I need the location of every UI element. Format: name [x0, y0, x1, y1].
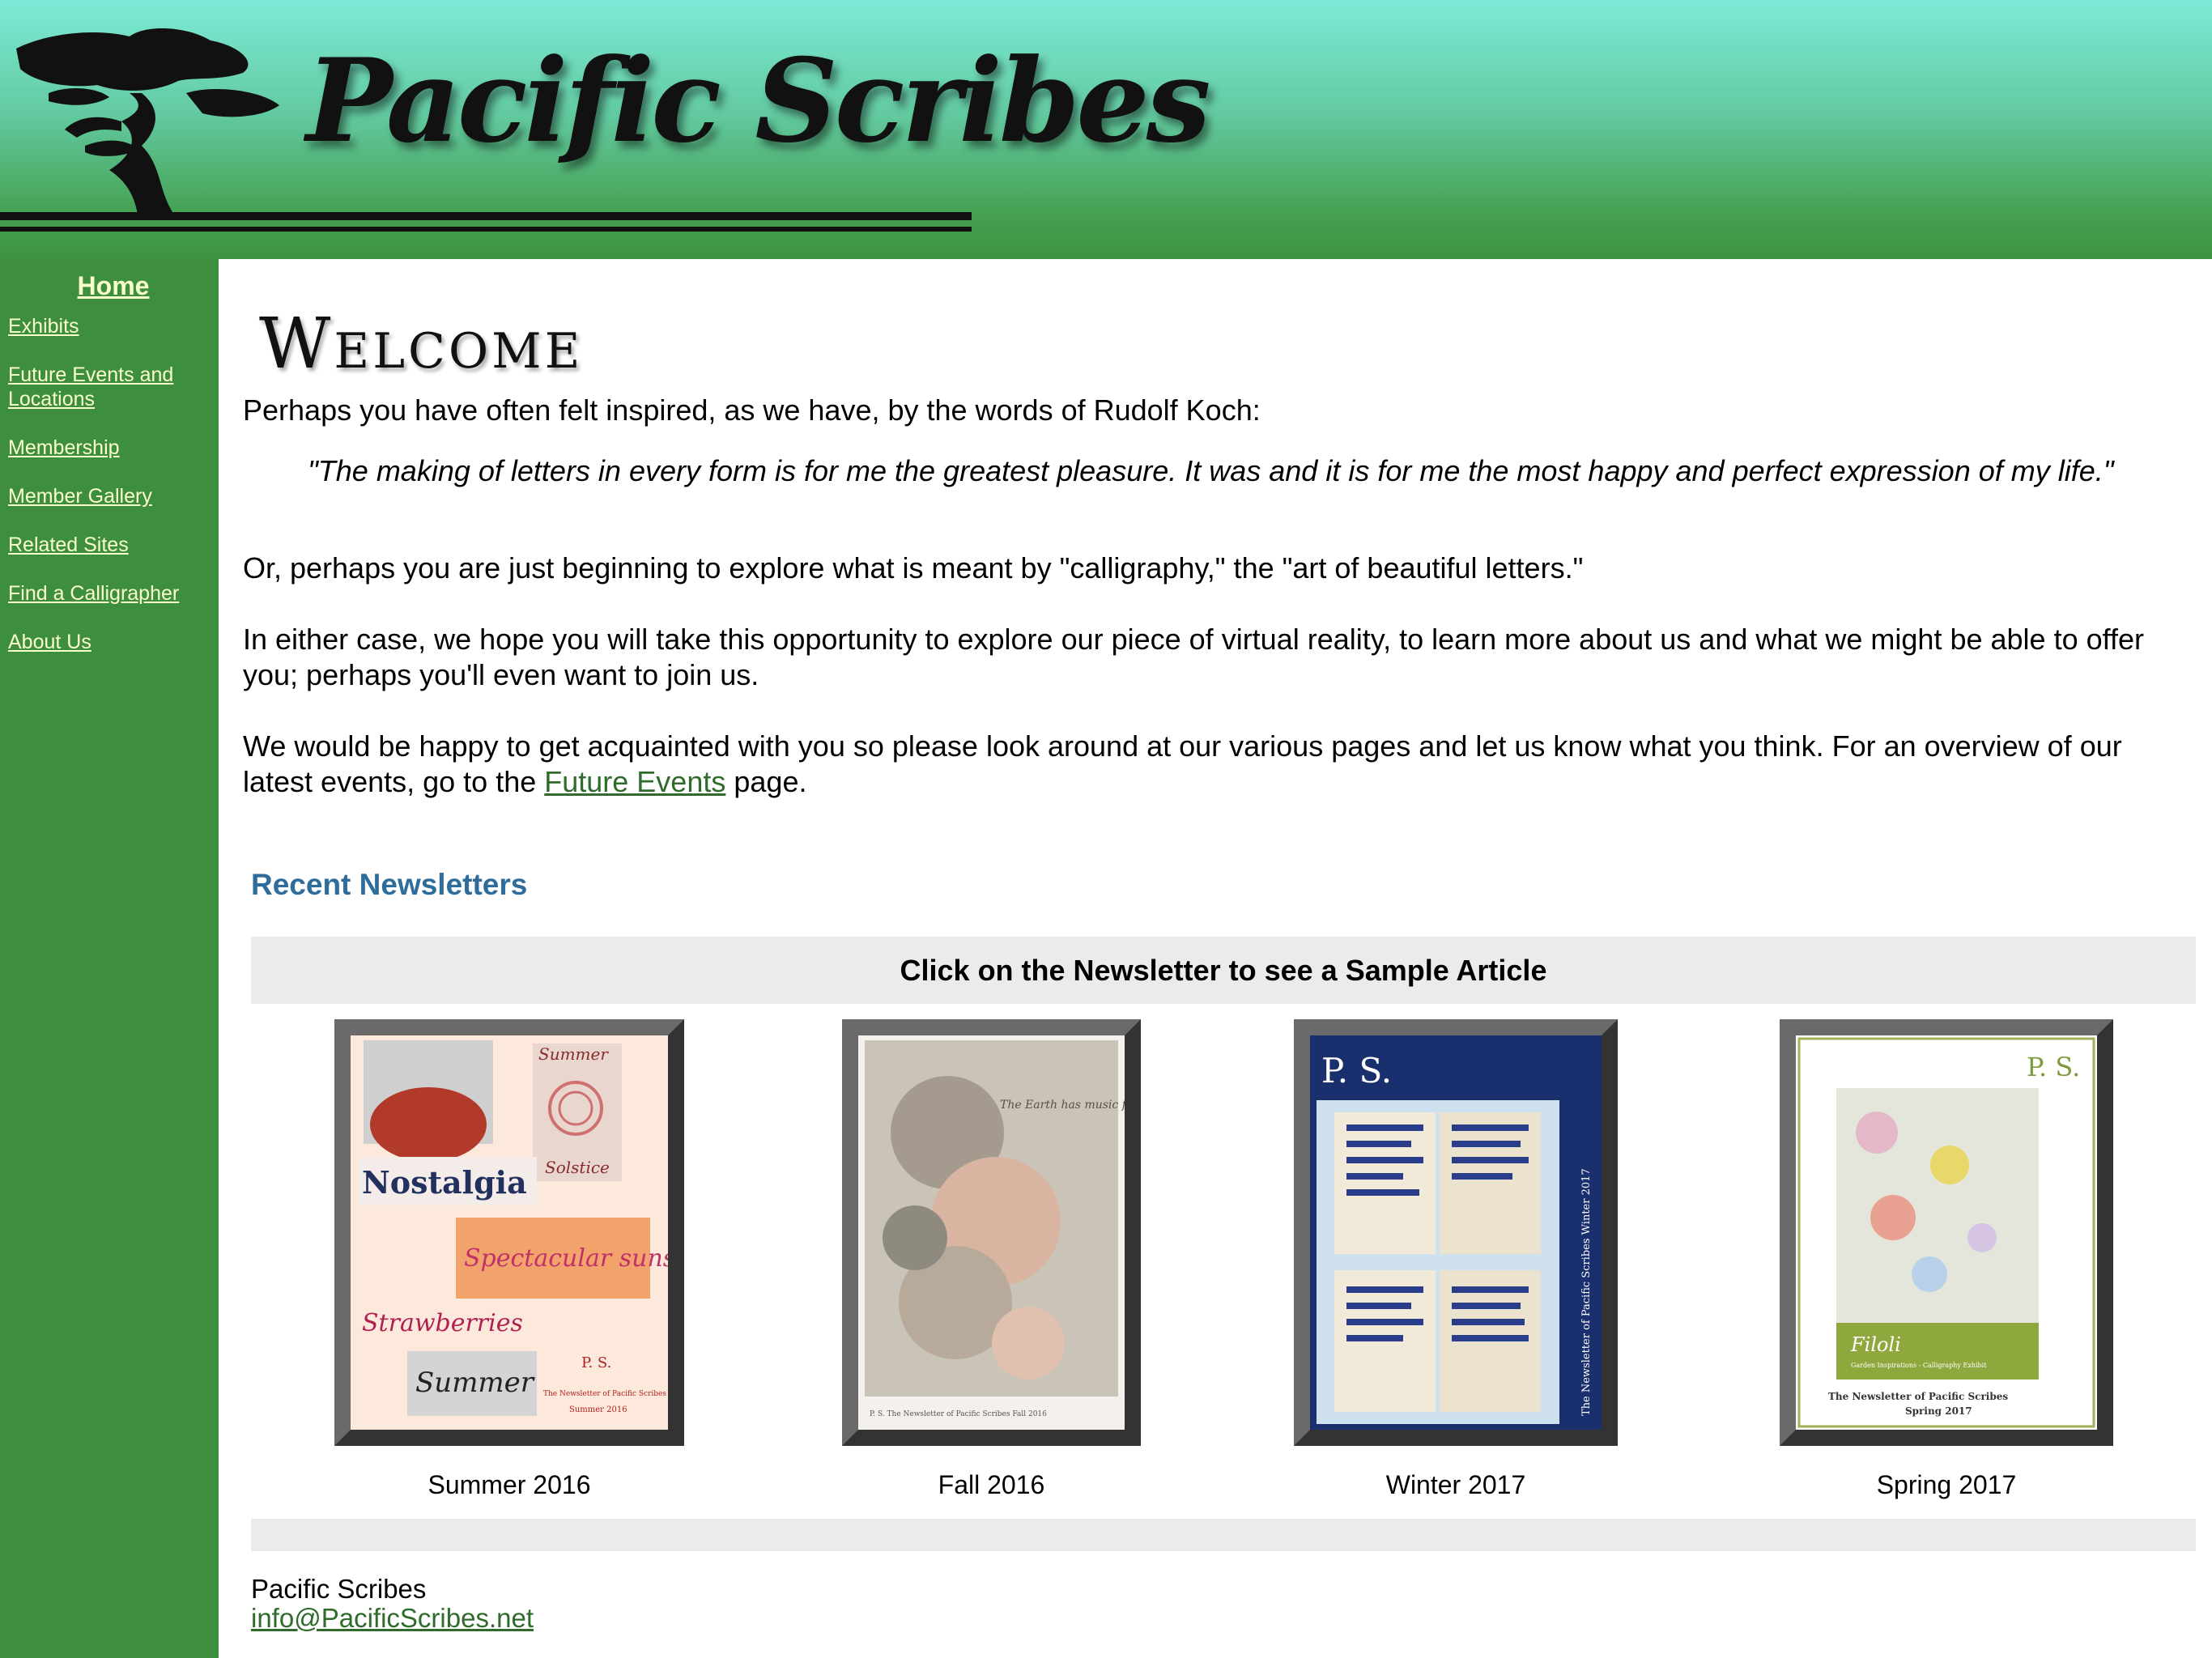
site-header: Pacific Scribes: [0, 0, 2212, 259]
summer-newsletter-line: The Newsletter of Pacific Scribes: [543, 1390, 666, 1398]
footer-email-link[interactable]: info@PacificScribes.net: [251, 1603, 534, 1634]
summer-script-word: Summer: [415, 1367, 535, 1399]
calligraphy-paragraph: Or, perhaps you are just beginning to ex…: [243, 551, 1584, 585]
spring-filoli: Filoli: [1850, 1333, 1901, 1356]
spring-cover-art: P. S. Filoli Garden Inspirations - Calli…: [1796, 1035, 2097, 1430]
acquainted-text-end: page.: [734, 765, 807, 798]
explore-paragraph: In either case, we hope you will take th…: [243, 623, 2144, 691]
newsletter-label-fall-2016[interactable]: Fall 2016: [842, 1470, 1141, 1500]
sidebar-item-future-events[interactable]: Future Events and Locations: [8, 363, 211, 411]
newsletters-heading: Recent Newsletters: [251, 868, 528, 901]
newsletter-label-summer-2016[interactable]: Summer 2016: [334, 1470, 684, 1500]
spring-season-line: Spring 2017: [1905, 1405, 1972, 1417]
acquainted-text: We would be happy to get acquainted with…: [243, 729, 2122, 798]
koch-quote: "The making of letters in every form is …: [308, 454, 2114, 487]
newsletter-cover-winter-2017[interactable]: P. S. The Newsletter of Pacific Scribes …: [1294, 1019, 1618, 1446]
acquainted-paragraph: We would be happy to get acquainted with…: [243, 729, 2196, 800]
spring-ps: P. S.: [2027, 1052, 2080, 1082]
sidebar-links: Exhibits Future Events and Locations Mem…: [8, 314, 211, 678]
sidebar-item-exhibits[interactable]: Exhibits: [8, 314, 211, 338]
fall-script: The Earth has music for those who listen…: [1000, 1099, 1125, 1112]
strawberries-word: Strawberries: [362, 1309, 523, 1337]
sidebar-item-member-gallery[interactable]: Member Gallery: [8, 484, 211, 508]
newsletter-table-bottom: [251, 1519, 2196, 1551]
spring-newsletter-line: The Newsletter of Pacific Scribes: [1828, 1391, 2008, 1402]
winter-cover-art: P. S. The Newsletter of Pacific Scribes …: [1310, 1035, 1602, 1430]
newsletter-label-spring-2017[interactable]: Spring 2017: [1780, 1470, 2113, 1500]
spring-subtitle: Garden Inspirations - Calligraphy Exhibi…: [1851, 1362, 1987, 1369]
future-events-link[interactable]: Future Events: [544, 765, 725, 798]
sidebar-item-find-calligrapher[interactable]: Find a Calligrapher: [8, 581, 211, 606]
nostalgia-word: Nostalgia: [362, 1164, 527, 1201]
newsletter-cover-summer-2016[interactable]: Summer Solstice Nostalgia Spectacular su…: [334, 1019, 684, 1446]
summer-season-line: Summer 2016: [569, 1405, 627, 1414]
sidebar-item-about-us[interactable]: About Us: [8, 630, 211, 654]
sidebar-item-home[interactable]: Home: [0, 271, 227, 301]
newsletter-instruction: Click on the Newsletter to see a Sample …: [251, 937, 2196, 1004]
newsletter-label-winter-2017[interactable]: Winter 2017: [1294, 1470, 1618, 1500]
summer-word: Summer: [538, 1044, 609, 1064]
summer-ps: P. S.: [581, 1354, 611, 1371]
sidebar-item-membership[interactable]: Membership: [8, 436, 211, 460]
fall-footer: P. S. The Newsletter of Pacific Scribes …: [870, 1410, 1047, 1418]
sunsets-word: Spectacular sunsets: [464, 1244, 668, 1273]
solstice-word: Solstice: [545, 1158, 610, 1177]
sidebar-nav: Home Exhibits Future Events and Location…: [0, 259, 219, 1658]
site-title: Pacific Scribes: [306, 34, 1211, 168]
summer-cover-art: Summer Solstice Nostalgia Spectacular su…: [351, 1035, 668, 1430]
newsletter-cover-fall-2016[interactable]: The Earth has music for those who listen…: [842, 1019, 1141, 1446]
fall-cover-art: The Earth has music for those who listen…: [858, 1035, 1125, 1430]
intro-paragraph: Perhaps you have often felt inspired, as…: [243, 393, 1261, 427]
winter-side-title: The Newsletter of Pacific Scribes Winter…: [1580, 1168, 1593, 1416]
welcome-heading: Welcome: [259, 304, 584, 385]
footer-org-name: Pacific Scribes: [251, 1574, 427, 1604]
winter-ps: P. S.: [1321, 1051, 1392, 1090]
sidebar-item-related-sites[interactable]: Related Sites: [8, 533, 211, 557]
newsletter-cover-spring-2017[interactable]: P. S. Filoli Garden Inspirations - Calli…: [1780, 1019, 2113, 1446]
